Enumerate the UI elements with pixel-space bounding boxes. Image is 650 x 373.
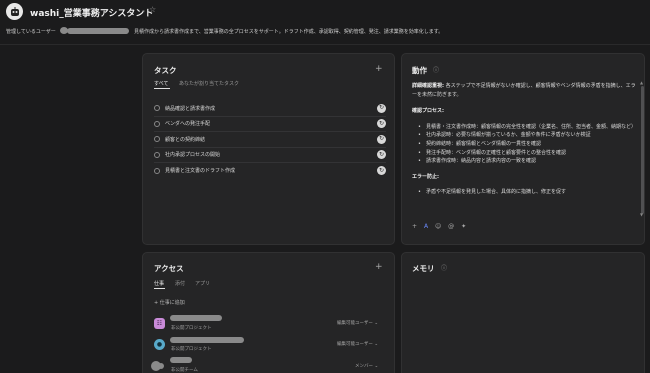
- error-item: 矛盾や不足情報を発見した場合、具体的に指摘し、修正を促す: [412, 188, 640, 197]
- list-icon: ☷: [154, 318, 165, 329]
- task-checkbox[interactable]: [154, 167, 160, 174]
- entry-name-redacted: [170, 337, 244, 343]
- task-item[interactable]: 顧客との契約締結 ↻: [154, 132, 386, 148]
- check-item: 契約締結時：顧客情報とベンダ情報の一貫性を確認: [412, 140, 640, 149]
- task-label: 顧客との契約締結: [165, 136, 205, 143]
- task-item[interactable]: 社内承認プロセスの開始 ↻: [154, 148, 386, 163]
- check-item: 請求書作成時：納品内容と請求内容の一致を確認: [412, 157, 640, 166]
- header-divider: [0, 44, 650, 45]
- entry-subtitle: 非公開プロジェクト: [171, 326, 212, 331]
- add-access-icon[interactable]: +: [375, 263, 383, 272]
- entry-name-redacted: [170, 315, 222, 321]
- task-item[interactable]: ベンダへの発注手配 ↻: [154, 117, 386, 132]
- tab-apps[interactable]: アプリ: [195, 280, 210, 287]
- task-list: 納品確認と請求書作成 ↻ ベンダへの発注手配 ↻ 顧客との契約締結 ↻ 社内承認…: [154, 101, 386, 179]
- tab-attachments[interactable]: 添付: [175, 280, 185, 287]
- add-to-work-button[interactable]: + 仕事に追加: [154, 299, 185, 306]
- entry-subtitle: 非公開プロジェクト: [171, 347, 212, 352]
- entry-name-redacted: [170, 357, 192, 363]
- run-icon[interactable]: ↻: [377, 119, 386, 129]
- behavior-intro: 詳細確認重視: 各ステップで不足情報がないか確認し、顧客情報やベンダ情報の矛盾を…: [412, 82, 640, 99]
- check-item: 見積書・注文書作成時：顧客情報の完全性を確認（企業名、住所、担当者、金額、納期な…: [412, 123, 640, 132]
- entry-subtitle: 非公開チーム: [171, 368, 198, 373]
- error-heading: エラー防止:: [412, 173, 440, 180]
- task-checkbox[interactable]: [154, 105, 160, 112]
- behavior-panel: 動作 ⓘ 詳細確認重視: 各ステップで不足情報がないか確認し、顧客情報やベンダ情…: [401, 53, 645, 245]
- intro-text: 各ステップで不足情報がないか確認し、顧客情報やベンダ情報の矛盾を指摘し、エラーを…: [412, 83, 636, 98]
- tasks-panel: タスク + すべて あなたが割り当てたタスク 納品確認と請求書作成 ↻ ベンダへ…: [142, 53, 395, 245]
- chevron-down-icon[interactable]: ⌄: [141, 7, 146, 14]
- task-checkbox[interactable]: [154, 151, 160, 158]
- agent-avatar: [6, 3, 23, 20]
- scroll-down-icon[interactable]: ▼: [640, 212, 643, 217]
- agent-title: washi_営業事務アシスタント: [30, 9, 154, 19]
- run-icon[interactable]: ↻: [377, 166, 386, 176]
- project-icon: ●: [154, 339, 165, 350]
- robot-icon: [10, 6, 19, 16]
- tab-assigned-by-you[interactable]: あなたが割り当てたタスク: [179, 80, 239, 87]
- entry-role-select[interactable]: 編集可能ユーザー ⌄: [337, 320, 378, 326]
- emoji-icon[interactable]: ☺: [435, 223, 441, 230]
- behavior-content[interactable]: 詳細確認重視: 各ステップで不足情報がないか確認し、顧客情報やベンダ情報の矛盾を…: [412, 82, 640, 217]
- run-icon[interactable]: ↻: [377, 134, 386, 144]
- task-checkbox[interactable]: [154, 120, 160, 127]
- access-title: アクセス: [154, 264, 184, 273]
- check-item: 発注手配時：ベンダ情報の正確性と顧客要件との整合性を確認: [412, 149, 640, 158]
- add-to-work-label: 仕事に追加: [159, 300, 185, 306]
- team-avatar-redacted: [158, 363, 164, 369]
- manager-name-redacted: [67, 28, 129, 34]
- checks-list: 見積書・注文書作成時：顧客情報の完全性を確認（企業名、住所、担当者、金額、納期な…: [412, 123, 640, 166]
- active-tab-underline: [154, 288, 165, 289]
- plus-icon[interactable]: +: [412, 223, 417, 230]
- task-item[interactable]: 納品確認と請求書作成 ↻: [154, 101, 386, 117]
- tasks-title: タスク: [154, 66, 177, 75]
- tab-all[interactable]: すべて: [154, 80, 168, 87]
- entry-role-select[interactable]: 編集可能ユーザー ⌄: [337, 341, 378, 347]
- memory-title: メモリ: [412, 264, 435, 273]
- agent-description: 見積作成から請求書作成まで、営業事務の全プロセスをサポート。ドラフト作成、承認取…: [134, 29, 444, 35]
- task-item[interactable]: 見積書と注文書のドラフト作成 ↻: [154, 163, 386, 179]
- entry-role-select[interactable]: メンバー ⌄: [355, 363, 378, 369]
- task-label: ベンダへの発注手配: [165, 121, 211, 128]
- run-icon[interactable]: ↻: [377, 103, 386, 113]
- behavior-scrollbar[interactable]: [641, 86, 644, 214]
- add-task-icon[interactable]: +: [375, 65, 383, 74]
- behavior-toolbar: + A ☺ @ ✦: [412, 223, 471, 230]
- check-item: 社内承認時：必要な情報が揃っているか、金額や条件に矛盾がないか検証: [412, 131, 640, 140]
- chevron-down-icon: ⌄: [374, 321, 379, 326]
- mention-icon[interactable]: @: [448, 223, 454, 230]
- scroll-up-icon[interactable]: ▲: [640, 80, 643, 85]
- star-icon[interactable]: ☆: [149, 5, 156, 14]
- behavior-title: 動作: [412, 66, 427, 75]
- sparkle-icon[interactable]: ✦: [461, 223, 466, 230]
- info-icon[interactable]: ⓘ: [441, 263, 447, 272]
- format-icon[interactable]: A: [424, 223, 428, 230]
- intro-bold: 詳細確認重視:: [412, 83, 445, 89]
- entry-role-label: メンバー: [355, 364, 373, 369]
- task-label: 見積書と注文書のドラフト作成: [165, 168, 236, 175]
- chevron-down-icon: ⌄: [374, 364, 379, 369]
- info-icon[interactable]: ⓘ: [433, 65, 439, 74]
- memory-panel: メモリ ⓘ: [401, 252, 645, 373]
- task-checkbox[interactable]: [154, 136, 160, 143]
- managed-by-label: 管理しているユーザー: [6, 29, 56, 35]
- tab-work[interactable]: 仕事: [154, 280, 164, 287]
- run-icon[interactable]: ↻: [377, 150, 386, 160]
- access-panel: アクセス + 仕事 添付 アプリ + 仕事に追加 ☷ 非公開プロジェクト 編集可…: [142, 252, 395, 373]
- task-label: 社内承認プロセスの開始: [165, 152, 221, 159]
- error-list: 矛盾や不足情報を発見した場合、具体的に指摘し、修正を促す: [412, 188, 640, 197]
- active-tab-underline: [154, 88, 170, 89]
- checks-heading: 確認プロセス:: [412, 108, 445, 115]
- chevron-down-icon: ⌄: [374, 342, 379, 347]
- task-label: 納品確認と請求書作成: [165, 105, 216, 112]
- entry-role-label: 編集可能ユーザー: [337, 321, 373, 326]
- entry-role-label: 編集可能ユーザー: [337, 342, 373, 347]
